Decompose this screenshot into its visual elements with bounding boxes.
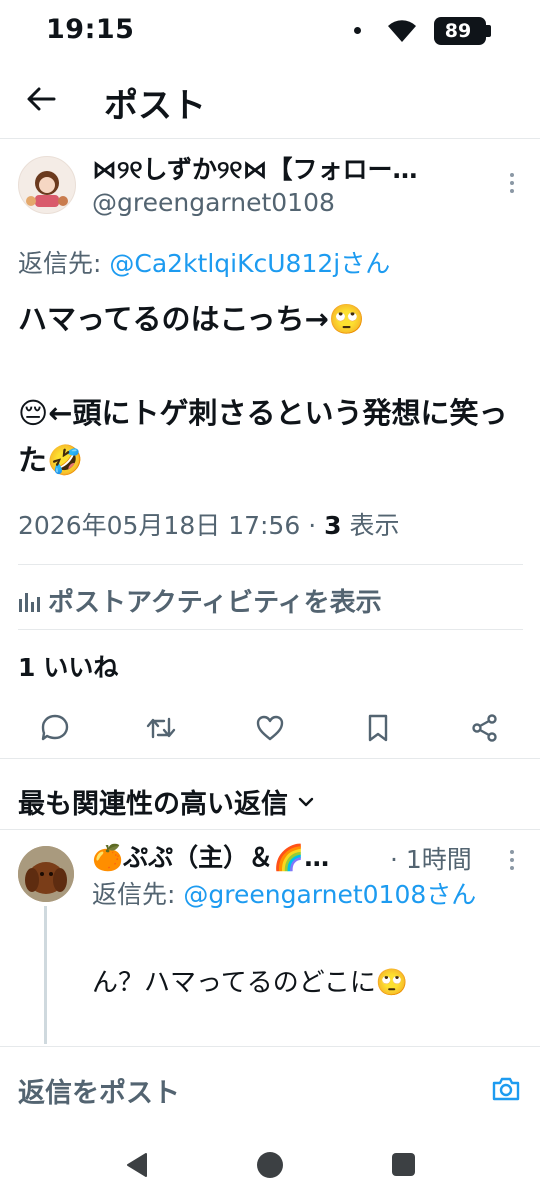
reply-reply-to-mention-link[interactable]: @greengarnet0108さん xyxy=(183,880,476,909)
reply-to-mention-link[interactable]: @Ca2ktlqiKcU812jさん xyxy=(109,249,390,278)
status-bar-time: 19:15 xyxy=(46,14,135,45)
reply-reply-to: 返信先: @greengarnet0108さん xyxy=(92,876,512,914)
back-arrow-icon[interactable] xyxy=(24,82,58,116)
battery-indicator: 89 xyxy=(434,17,486,45)
camera-icon[interactable] xyxy=(490,1073,522,1105)
reply-author-avatar[interactable] xyxy=(18,846,74,902)
share-icon[interactable] xyxy=(470,713,500,743)
battery-level: 89 xyxy=(444,20,472,42)
chevron-down-icon xyxy=(298,797,314,806)
page-title: ポスト xyxy=(104,86,206,126)
replies-sort-dropdown[interactable]: 最も関連性の高い返信 xyxy=(18,782,314,821)
avatar-dog-photo xyxy=(18,846,74,902)
thread-line xyxy=(44,906,47,1044)
author-avatar[interactable] xyxy=(18,156,76,214)
activity-label: ポストアクティビティを表示 xyxy=(48,588,382,618)
nav-home-icon[interactable] xyxy=(257,1152,283,1178)
post-timestamp[interactable]: 2026年05月18日 17:56 xyxy=(18,511,300,540)
activity-divider xyxy=(18,629,523,630)
battery-nub xyxy=(486,25,491,37)
bookmark-icon[interactable] xyxy=(363,713,393,743)
analytics-icon xyxy=(19,592,40,612)
more-options-icon[interactable] xyxy=(509,172,515,194)
reply-composer-input[interactable]: 返信をポスト xyxy=(18,1071,180,1110)
reply-more-options-icon[interactable] xyxy=(509,849,515,871)
author-handle[interactable]: @greengarnet0108 xyxy=(92,188,335,217)
reply-author-name[interactable]: 🍊ぷぷ（主）＆🌈… xyxy=(92,838,329,874)
post-meta: 2026年05月18日 17:56 · 3 表示 xyxy=(18,506,399,542)
reply-time: · 1時間 xyxy=(390,845,472,874)
nav-back-icon[interactable] xyxy=(126,1152,148,1178)
section-divider xyxy=(0,829,540,830)
post-body-text: ハマってるのはこっち→🙄 😔←頭にトゲ刺さるという発想に笑った🤣 xyxy=(18,302,508,477)
heart-icon[interactable] xyxy=(255,713,285,743)
composer-divider xyxy=(0,1046,540,1047)
views-label: 表示 xyxy=(341,511,400,540)
meta-separator: · xyxy=(300,511,325,540)
reply-body-text: ん？ハマってるのどこに🙄 xyxy=(92,968,409,998)
likes-label: いいね xyxy=(43,653,119,682)
meta-divider xyxy=(18,564,523,565)
wifi-icon xyxy=(388,20,416,42)
nav-recents-icon[interactable] xyxy=(392,1153,415,1176)
notification-dot xyxy=(354,27,361,34)
repost-icon[interactable] xyxy=(146,713,176,743)
comment-icon[interactable] xyxy=(40,713,70,743)
header-divider xyxy=(0,138,540,139)
actions-divider xyxy=(0,758,540,759)
reply-to-prefix: 返信先: xyxy=(18,249,110,278)
post-reply-to: 返信先: @Ca2ktlqiKcU812jさん xyxy=(18,244,390,280)
likes-summary[interactable]: 1 いいね xyxy=(18,648,118,684)
author-name[interactable]: ⋈୨୧しずか୨୧⋈【フォロー… xyxy=(92,150,492,186)
reply-reply-to-prefix: 返信先: xyxy=(92,880,184,909)
replies-section-title: 最も関連性の高い返信 xyxy=(18,789,288,820)
post-activity-link[interactable]: ポストアクティビティを表示 xyxy=(18,582,382,619)
views-count: 3 xyxy=(324,511,342,540)
avatar-illustration xyxy=(26,171,68,207)
likes-count: 1 xyxy=(18,653,36,682)
